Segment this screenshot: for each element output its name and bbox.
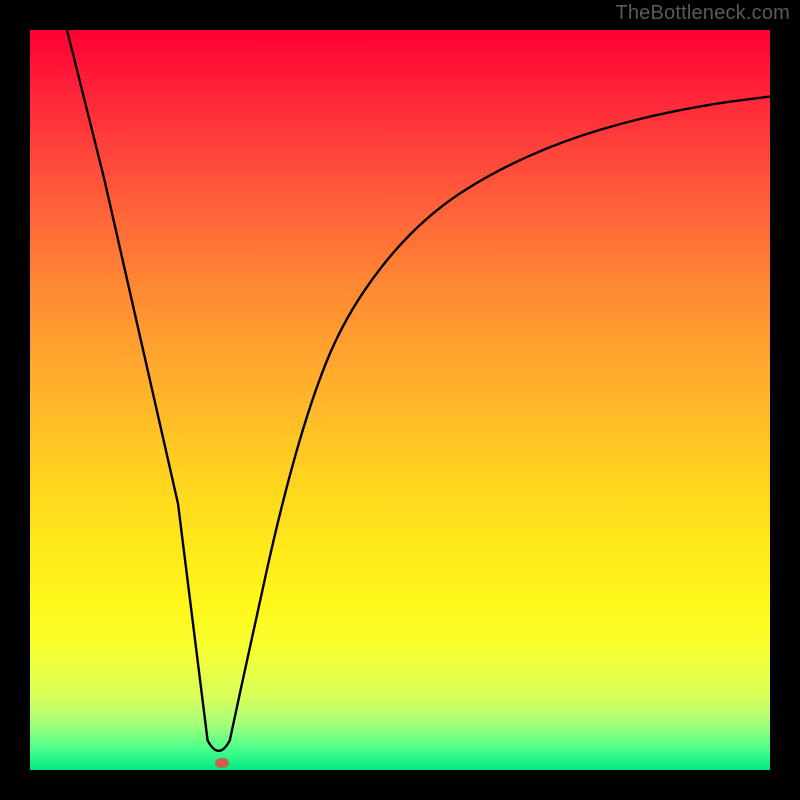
plot-area (30, 30, 770, 770)
optimal-point-marker (215, 758, 229, 768)
attribution-text: TheBottleneck.com (615, 2, 790, 25)
bottleneck-curve (30, 30, 770, 770)
chart-frame: TheBottleneck.com (0, 0, 800, 800)
